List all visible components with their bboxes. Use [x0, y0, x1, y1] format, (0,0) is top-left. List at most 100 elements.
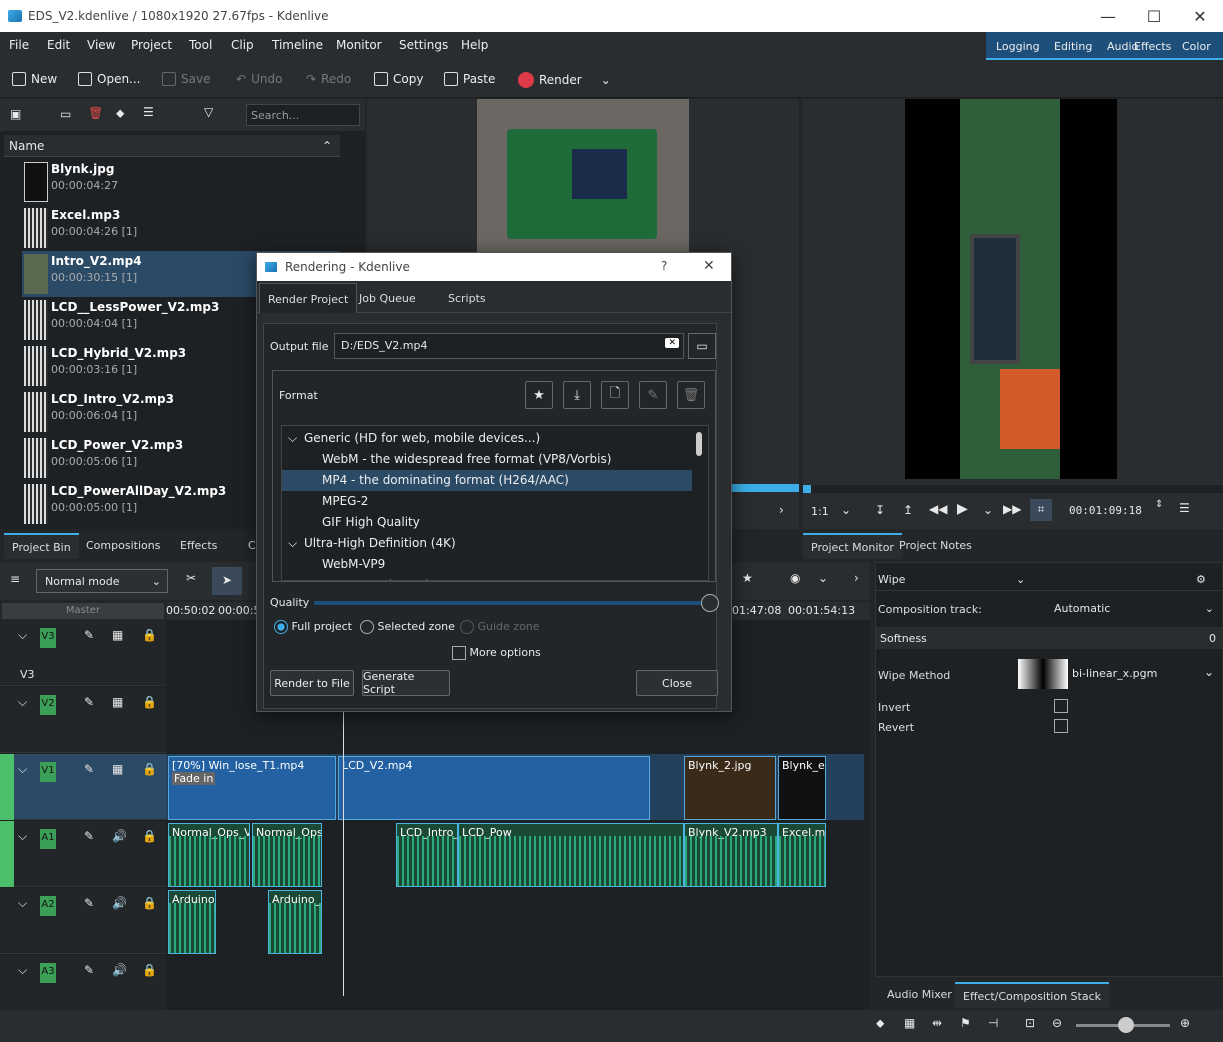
timeline-clip[interactable]: Arduino_ — [168, 890, 216, 954]
rewind-icon[interactable]: ◀◀ — [929, 502, 947, 516]
revert-checkbox[interactable] — [1054, 719, 1068, 733]
copy-button[interactable]: Copy — [374, 72, 423, 86]
menu-icon[interactable]: ☰ — [143, 105, 154, 119]
tab-project-bin[interactable]: Project Bin — [4, 533, 79, 559]
format-item[interactable]: GIF High Quality — [282, 512, 692, 533]
timeline-clip[interactable]: Blynk_V2.mp3 — [684, 823, 778, 887]
tab-render-project[interactable]: Render Project — [259, 283, 358, 313]
bin-search-input[interactable]: Search... — [246, 104, 360, 126]
invert-checkbox[interactable] — [1054, 699, 1068, 713]
favorite-button[interactable]: ★ — [525, 381, 553, 409]
effect-icon[interactable]: ✎ — [84, 628, 94, 642]
timeline-clip[interactable]: Blynk_ex — [778, 756, 826, 820]
timeline-clip[interactable]: LCD_Pow — [458, 823, 684, 887]
menu-timeline[interactable]: Timeline — [272, 38, 323, 52]
menu-view[interactable]: View — [87, 38, 115, 52]
softness-slider[interactable]: Softness 0 — [876, 627, 1222, 649]
project-monitor-preview[interactable] — [905, 99, 1117, 479]
lock-icon[interactable]: 🔒 — [142, 695, 157, 709]
menu-tool[interactable]: Tool — [189, 38, 212, 52]
timeline-clip[interactable]: Arduino_L — [268, 890, 322, 954]
play-icon[interactable]: ▶ — [957, 501, 968, 517]
film-icon[interactable]: ▦ — [112, 628, 123, 642]
format-item[interactable]: MP4-H265 (HEVC) — [282, 575, 692, 580]
timeline-clip[interactable]: LCD_V2.mp4 — [338, 756, 650, 820]
undo-button[interactable]: ↶ Undo — [236, 72, 282, 86]
speaker-icon[interactable]: 🔊 — [112, 963, 127, 977]
bin-column-header[interactable]: Name ⌃ — [4, 135, 340, 157]
lock-icon[interactable]: 🔒 — [142, 963, 157, 977]
settings-icon[interactable]: ≡ — [10, 572, 20, 586]
paste-button[interactable]: Paste — [444, 72, 495, 86]
menu-icon[interactable]: ☰ — [1179, 501, 1190, 515]
tab-project-monitor[interactable]: Project Monitor — [803, 533, 902, 559]
menu-help[interactable]: Help — [461, 38, 488, 52]
effect-icon[interactable]: ✎ — [84, 896, 94, 910]
effect-icon[interactable]: ✎ — [84, 963, 94, 977]
collapse-icon[interactable]: ⌵ — [18, 628, 27, 643]
menu-edit[interactable]: Edit — [47, 38, 70, 52]
zoom-slider-handle[interactable] — [1118, 1017, 1134, 1033]
selected-zone-radio[interactable]: Selected zone — [360, 620, 455, 634]
delete-icon[interactable]: 🗑 — [88, 106, 103, 120]
filter-icon[interactable]: ▽ — [204, 105, 213, 119]
zone-out-icon[interactable]: ↥ — [903, 503, 913, 517]
more-options-checkbox[interactable]: More options — [452, 646, 541, 660]
lock-icon[interactable]: 🔒 — [142, 628, 157, 642]
full-project-radio[interactable]: Full project — [274, 620, 352, 634]
timeline-clip[interactable]: Normal_Ops_ — [252, 823, 322, 887]
redo-button[interactable]: ↷ Redo — [306, 72, 351, 86]
zone-in-icon[interactable]: ↧ — [875, 503, 885, 517]
collapse-icon[interactable]: ⌵ — [18, 762, 27, 777]
menu-project[interactable]: Project — [131, 38, 172, 52]
snap-icon[interactable]: ⇹ — [932, 1016, 942, 1030]
tag-icon[interactable]: ⬥ — [116, 106, 124, 121]
tab-project-notes[interactable]: Project Notes — [891, 533, 980, 559]
forward-icon[interactable]: ▶▶ — [1003, 502, 1021, 516]
render-to-file-button[interactable]: Render to File — [270, 670, 354, 696]
layout-effects[interactable]: Effects — [1134, 40, 1171, 53]
render-button[interactable]: Render ⌄ — [518, 72, 611, 88]
clear-icon[interactable]: ✕ — [665, 338, 679, 348]
collapse-icon[interactable]: ⌵ — [18, 963, 27, 978]
quality-slider[interactable] — [314, 601, 710, 605]
tab-scripts[interactable]: Scripts — [440, 283, 494, 313]
format-item[interactable]: MP4 - the dominating format (H264/AAC) — [282, 470, 692, 491]
zoom-fit-icon[interactable]: ⊡ — [1025, 1016, 1035, 1030]
menu-file[interactable]: File — [9, 38, 29, 52]
help-button[interactable]: ? — [661, 259, 667, 273]
new-button[interactable]: New — [12, 72, 57, 86]
crop-icon[interactable]: ⌗ — [1030, 499, 1052, 521]
film-icon[interactable]: ▦ — [904, 1016, 915, 1030]
zoom-out-icon[interactable]: ⊖ — [1052, 1016, 1062, 1030]
effect-select[interactable]: Wipe ⌄ ⚙ — [876, 567, 1222, 591]
tab-effect-stack[interactable]: Effect/Composition Stack — [955, 982, 1110, 1008]
track-header-v2[interactable]: V2 ⌵ ✎ ▦ 🔒 — [0, 687, 166, 753]
speaker-icon[interactable]: 🔊 — [112, 829, 127, 843]
layout-logging[interactable]: Logging — [996, 40, 1040, 53]
bin-item[interactable]: Excel.mp3 00:00:04:26 [1] — [22, 205, 340, 251]
add-clip-icon[interactable]: ▣ — [10, 107, 21, 121]
edit-profile-button[interactable]: ✎ — [639, 381, 667, 409]
menu-clip[interactable]: Clip — [231, 38, 254, 52]
delete-profile-button[interactable]: 🗑 — [677, 381, 705, 409]
zoom-in-icon[interactable]: ⊕ — [1180, 1016, 1190, 1030]
chevron-right-icon[interactable]: › — [854, 571, 859, 585]
select-tool-icon[interactable]: ➤ — [212, 567, 242, 595]
settings-icon[interactable]: ⚙ — [1196, 573, 1206, 586]
lock-icon[interactable]: 🔒 — [142, 829, 157, 843]
format-item[interactable]: WebM - the widespread free format (VP8/V… — [282, 449, 692, 470]
timecode-display[interactable]: 00:01:09:18 — [1069, 504, 1142, 517]
tab-audio-mixer[interactable]: Audio Mixer — [879, 982, 960, 1008]
film-icon[interactable]: ▦ — [112, 762, 123, 776]
speaker-icon[interactable]: 🔊 — [112, 896, 127, 910]
edit-mode-select[interactable]: Normal mode ⌄ — [36, 569, 168, 593]
chevron-down-icon[interactable]: ⌄ — [818, 571, 828, 585]
flag-icon[interactable]: ⚑ — [960, 1016, 971, 1030]
tab-compositions[interactable]: Compositions — [78, 533, 168, 559]
effect-icon[interactable]: ✎ — [84, 762, 94, 776]
tag-icon[interactable]: ⬥ — [876, 1016, 884, 1031]
save-button[interactable]: Save — [162, 72, 210, 86]
format-item[interactable]: WebM-VP9 — [282, 554, 692, 575]
output-file-input[interactable]: D:/EDS_V2.mp4 ✕ — [334, 333, 684, 359]
